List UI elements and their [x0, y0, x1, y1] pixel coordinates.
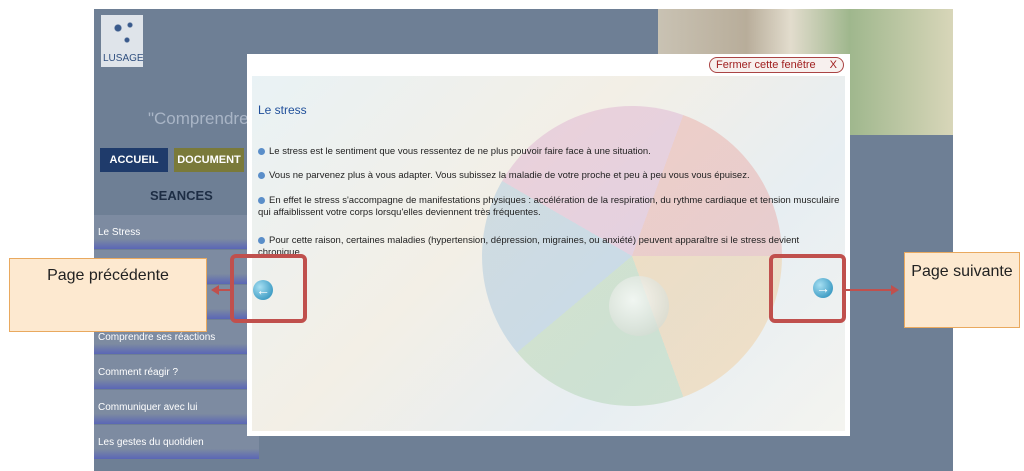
prev-highlight-box: [230, 254, 307, 323]
next-highlight-box: [769, 254, 846, 323]
prev-connector-arrow: [211, 285, 230, 295]
close-label: Fermer cette fenêtre: [716, 59, 816, 71]
modal-title: Le stress: [258, 103, 307, 117]
close-icon: X: [829, 59, 837, 71]
seances-heading: SEANCES: [150, 188, 213, 203]
bullet-icon: [258, 236, 265, 244]
next-connector-arrow: [846, 285, 899, 295]
paragraph-1: Le stress est le sentiment que vous ress…: [258, 146, 843, 158]
bullet-icon: [258, 147, 265, 155]
prev-callout: Page précédente: [9, 258, 207, 332]
paragraph-3: En effet le stress s'accompagne de manif…: [258, 195, 840, 218]
sidebar-item-gestes[interactable]: Les gestes du quotidien: [94, 425, 259, 459]
logo-text: LUSAGE: [103, 53, 144, 64]
nav-documents-button[interactable]: DOCUMENT: [174, 148, 244, 172]
info-modal: Fermer cette fenêtre X Le stress Le stre…: [247, 54, 850, 436]
site-slogan: "Comprendre e: [148, 109, 263, 128]
pinwheel-center: [609, 276, 669, 336]
nav-accueil-button[interactable]: ACCUEIL: [100, 148, 168, 172]
sidebar-item-communiquer[interactable]: Communiquer avec lui: [94, 390, 259, 424]
logo-icon: [109, 19, 139, 49]
sidebar-item-reagir[interactable]: Comment réagir ?: [94, 355, 259, 389]
close-window-button[interactable]: Fermer cette fenêtre X: [709, 57, 844, 73]
paragraph-2: Vous ne parvenez plus à vous adapter. Vo…: [258, 170, 843, 182]
bullet-icon: [258, 196, 265, 204]
bullet-icon: [258, 171, 265, 179]
next-callout: Page suivante: [904, 252, 1020, 328]
paragraph-4: Pour cette raison, certaines maladies (h…: [258, 235, 800, 258]
sidebar-item-stress[interactable]: Le Stress: [94, 215, 259, 249]
site-logo[interactable]: LUSAGE: [101, 15, 144, 67]
